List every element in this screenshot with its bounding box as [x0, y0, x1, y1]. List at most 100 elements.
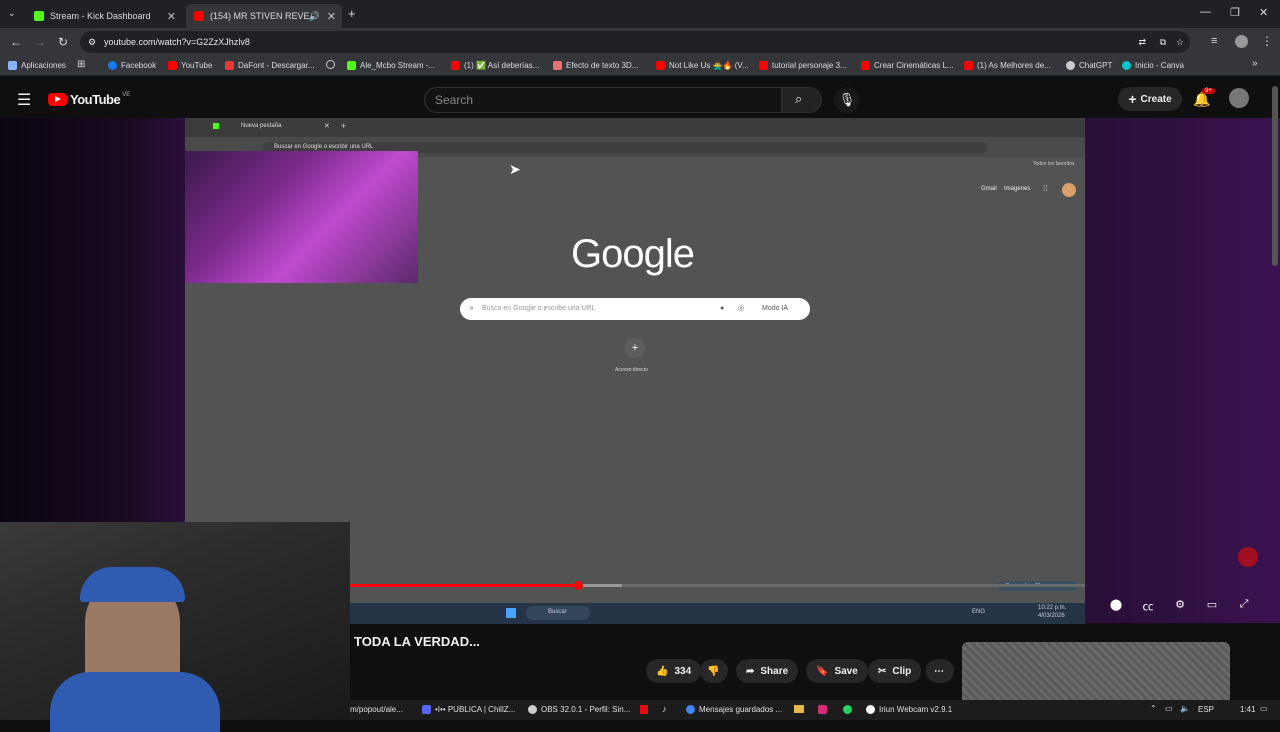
taskbar-lang[interactable]: ESP — [1198, 705, 1214, 714]
taskbar-item-popout[interactable]: m/popout/ale... — [350, 705, 403, 714]
tab-search-icon[interactable]: ⌄ — [8, 8, 16, 19]
reload-button[interactable]: ↻ — [58, 35, 68, 49]
clip-button[interactable]: ✂ Clip — [868, 659, 922, 683]
close-icon[interactable]: ✕ — [327, 10, 336, 23]
bookmark-cinematicas[interactable]: Crear Cinemáticas L... — [861, 61, 954, 70]
youtube-logo[interactable]: YouTube VE — [48, 92, 130, 107]
taskbar-item-obs[interactable]: OBS 32.0.1 - Perfil: Sin... — [528, 705, 630, 714]
tab-kick[interactable]: Stream - Kick Dashboard ✕ — [26, 4, 182, 28]
save-button[interactable]: 🔖 Save — [806, 659, 868, 683]
taskbar-item-messages[interactable]: Mensajes guardados ... — [686, 705, 782, 714]
search-icon: ⌕ — [795, 91, 803, 106]
new-tab-button[interactable]: + — [348, 6, 356, 21]
thumbs-down-icon: 👎 — [707, 665, 720, 677]
captions-icon[interactable]: ㏄ — [1140, 598, 1156, 613]
folder-icon[interactable] — [794, 705, 804, 713]
tiktok-icon[interactable]: ♪ — [662, 704, 667, 714]
dislike-button[interactable]: 👎 — [700, 659, 728, 683]
search-input[interactable]: Search — [424, 87, 782, 113]
scissors-icon: ✂ — [878, 665, 887, 677]
bookmark-dafont[interactable]: DaFont - Descargar... — [225, 61, 314, 70]
minimize-button[interactable]: — — [1200, 6, 1211, 18]
network-icon[interactable]: ▭ — [1165, 704, 1173, 713]
address-bar[interactable]: ⚙ youtube.com/watch?v=G2ZzXJhzlv8 ⇄ ⧉ ☆ — [80, 31, 1190, 53]
media-control-icon[interactable]: ≡ — [1211, 35, 1217, 47]
thumbs-up-icon: 👍 — [656, 665, 669, 677]
bookmark-facebook[interactable]: Facebook — [108, 61, 156, 70]
tab-title: (154) MR STIVEN REVELA — [210, 11, 310, 21]
speaker-icon[interactable]: 🔊 — [309, 11, 320, 22]
volume-icon[interactable]: 🔈 — [1180, 704, 1190, 713]
windows-start-icon — [506, 608, 516, 618]
bookmark-melhores[interactable]: (1) As Melhores de... — [964, 61, 1051, 70]
search-button[interactable]: ⌕ — [782, 87, 822, 113]
tab-youtube[interactable]: (154) MR STIVEN REVELA 🔊 ✕ — [186, 4, 342, 28]
whatsapp-icon[interactable] — [843, 705, 852, 714]
channel-watermark[interactable] — [1238, 547, 1258, 567]
settings-gear-icon[interactable]: ⚙ — [1172, 598, 1188, 612]
close-icon[interactable]: ✕ — [167, 10, 176, 23]
taskbar-item-iriun[interactable]: Iriun Webcam v2.9.1 — [866, 705, 952, 714]
kick-icon — [213, 123, 219, 129]
youtube-icon — [194, 11, 204, 21]
more-bookmarks-icon[interactable]: » — [1252, 58, 1258, 69]
video-progress-bar[interactable] — [350, 581, 1085, 590]
plus-icon: + — [1128, 91, 1137, 107]
instagram-icon[interactable] — [818, 705, 827, 714]
video-title: TODA LA VERDAD... — [354, 634, 480, 649]
tab-title: Stream - Kick Dashboard — [50, 11, 151, 21]
site-info-icon[interactable]: ⚙ — [88, 31, 96, 53]
theater-mode-icon[interactable]: ▭ — [1204, 598, 1220, 612]
restore-button[interactable]: ❐ — [1230, 6, 1240, 19]
url-text: youtube.com/watch?v=G2ZzXJhzlv8 — [104, 37, 250, 47]
translate-icon[interactable]: ⇄ — [1138, 31, 1146, 53]
bookmark-youtube[interactable]: YouTube — [168, 61, 212, 70]
bookmark-texto-3d[interactable]: Efecto de texto 3D... — [553, 61, 638, 70]
bookmark-not-like-us[interactable]: Not Like Us 🙅‍♂️🔥 (V... — [656, 61, 749, 70]
bookmark-canva[interactable]: Inicio - Canva — [1122, 61, 1184, 70]
bookmark-apps[interactable]: Aplicaciones — [8, 61, 66, 70]
notification-center-icon[interactable]: ▭ — [1260, 704, 1268, 713]
inner-lang: ENG — [972, 609, 986, 615]
hamburger-menu-icon[interactable]: ☰ — [17, 90, 31, 110]
more-actions-button[interactable]: ⋯ — [926, 659, 954, 683]
browser-tabstrip: ⌄ Stream - Kick Dashboard ✕ (154) MR STI… — [0, 0, 1280, 28]
forward-button[interactable]: → — [34, 35, 46, 49]
back-button[interactable]: ← — [10, 35, 22, 49]
page-scrollbar[interactable] — [1272, 86, 1278, 266]
bookmark-kick[interactable]: Ale_Mcbo Stream -... — [347, 61, 435, 70]
kick-icon — [34, 11, 44, 21]
install-icon[interactable]: ⧉ — [1160, 31, 1166, 53]
autoplay-toggle[interactable]: ⬤ — [1106, 598, 1126, 612]
bookmark-chatgpt[interactable]: ChatGPT — [1066, 61, 1112, 70]
voice-search-button[interactable]: 🎙 — [834, 87, 860, 113]
notifications-button[interactable]: 🔔 9+ — [1193, 88, 1215, 108]
inner-date: 4/03/2026 — [1038, 613, 1065, 619]
bookmark-video-1[interactable]: (1) ✅ Así deberías... — [451, 61, 539, 70]
youtube-play-icon — [48, 93, 67, 106]
bookmark-icon: 🔖 — [816, 665, 829, 677]
grid-icon[interactable]: ⊞ — [77, 59, 85, 70]
plus-icon: + — [341, 121, 347, 131]
bookmark-tutorial[interactable]: tutorial personaje 3... — [759, 61, 847, 70]
netflix-icon[interactable] — [640, 705, 648, 714]
taskbar-clock[interactable]: 1:41 — [1240, 705, 1256, 714]
create-button[interactable]: + Create — [1118, 87, 1182, 111]
share-button[interactable]: ➦ Share — [736, 659, 799, 683]
taskbar-item-chillz[interactable]: •I•• PUBLICA | ChillZ... — [422, 705, 515, 714]
tray-chevron-icon[interactable]: ⌃ — [1150, 704, 1157, 713]
more-horizontal-icon: ⋯ — [934, 665, 944, 677]
globe-icon[interactable] — [326, 60, 335, 69]
host-cap — [80, 567, 185, 602]
share-icon: ➦ — [746, 665, 755, 677]
profile-avatar[interactable] — [1235, 35, 1248, 48]
window-close-button[interactable]: ✕ — [1259, 6, 1268, 19]
bookmark-star-icon[interactable]: ☆ — [1176, 31, 1184, 53]
scrubber-handle[interactable] — [573, 581, 583, 590]
ai-mode-label: Modo IA — [762, 305, 789, 312]
menu-kebab-icon[interactable]: ⋮ — [1261, 34, 1273, 48]
google-logo: Google — [571, 232, 695, 276]
like-button[interactable]: 👍 334 — [646, 659, 702, 683]
account-avatar[interactable] — [1229, 88, 1249, 108]
fullscreen-icon[interactable]: ⤢ — [1236, 598, 1252, 612]
